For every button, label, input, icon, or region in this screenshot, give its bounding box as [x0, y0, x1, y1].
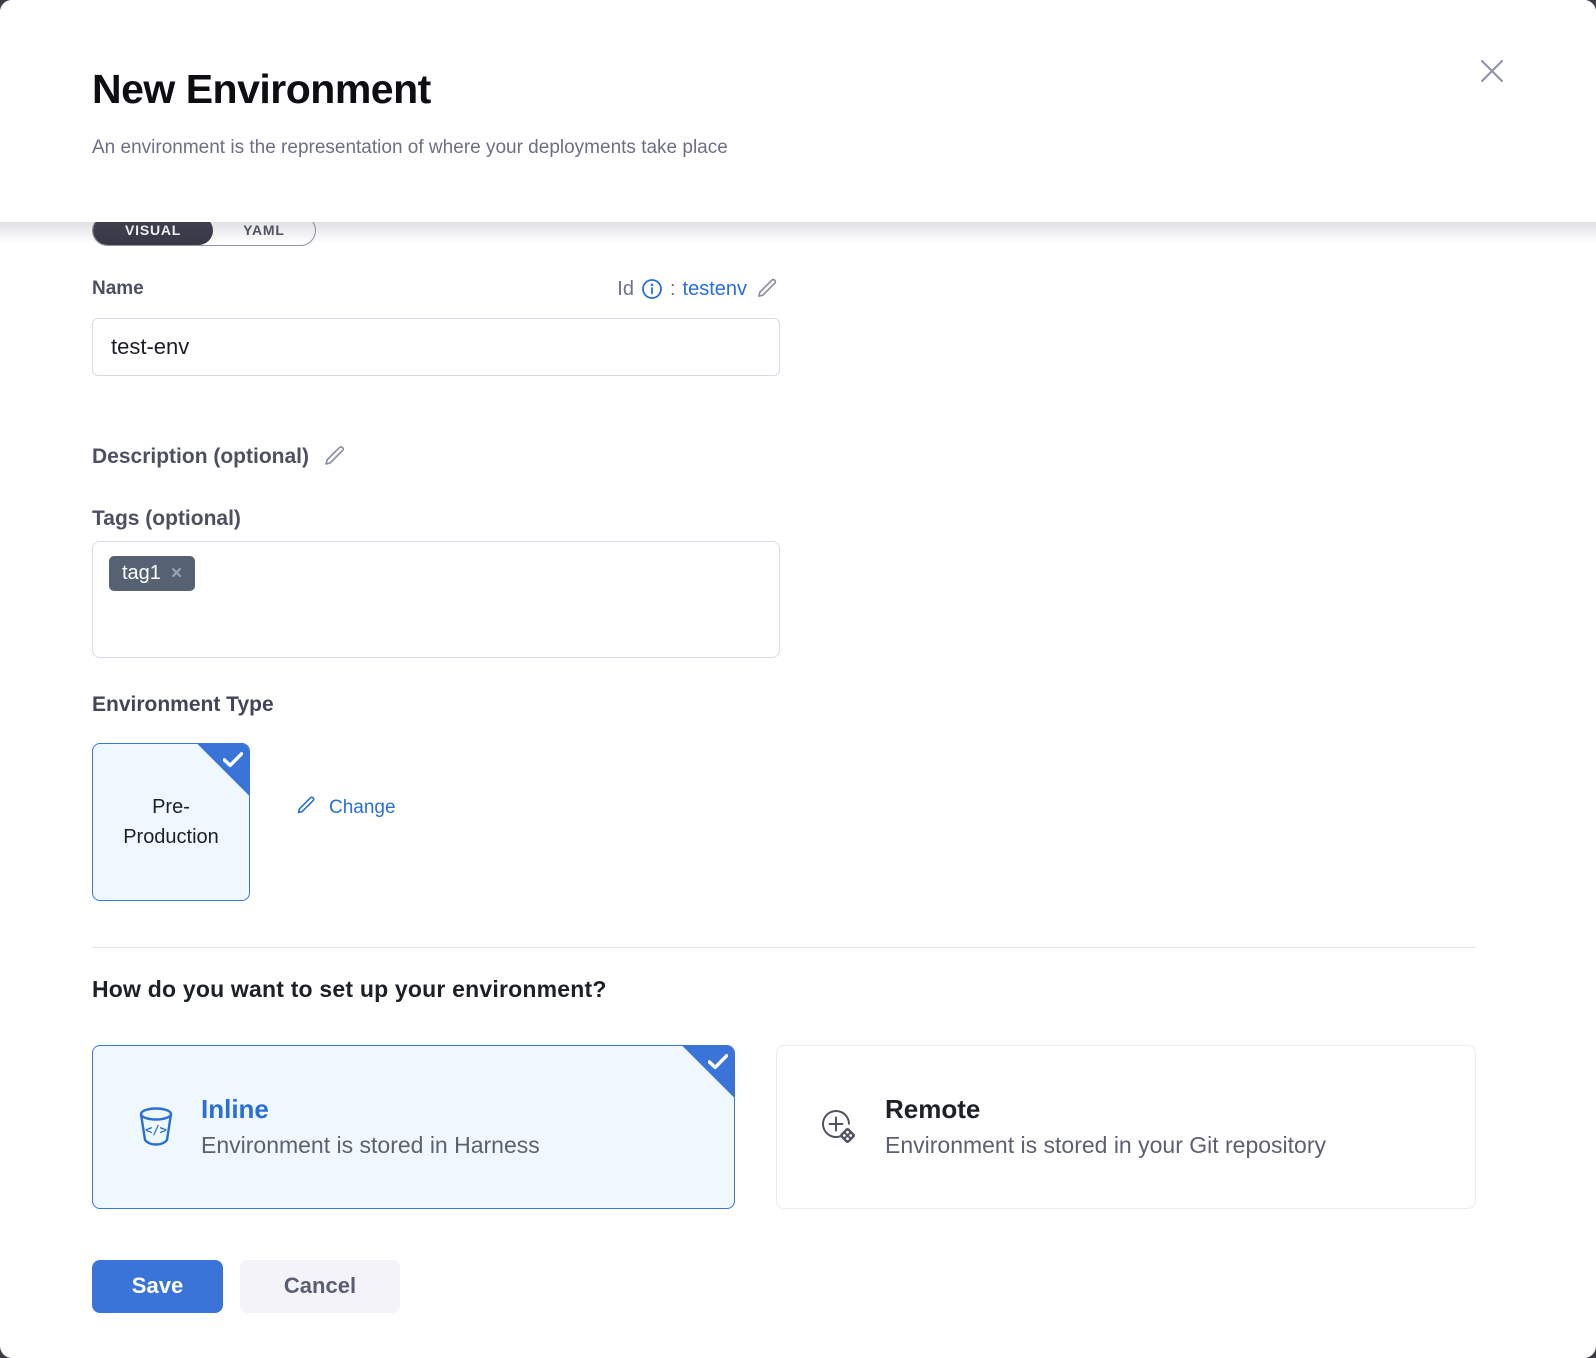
modal-content: VISUAL YAML Name Id : testenv: [0, 222, 1596, 1358]
modal-header: New Environment An environment is the re…: [0, 0, 1596, 222]
setup-options-row: </> Inline Environment is stored in Harn…: [92, 1045, 1476, 1209]
environment-type-label: Environment Type: [92, 693, 1476, 717]
setup-heading: How do you want to set up your environme…: [92, 976, 1476, 1003]
id-row: Id : testenv: [617, 275, 780, 304]
selected-check-icon: [196, 743, 250, 797]
modal-subtitle: An environment is the representation of …: [92, 137, 1504, 159]
name-row: Name Id : testenv: [92, 275, 780, 304]
pencil-icon: [294, 793, 318, 823]
id-value-link[interactable]: testenv: [683, 278, 747, 301]
tag-remove-button[interactable]: ×: [171, 564, 182, 583]
id-label: Id: [617, 278, 634, 301]
action-buttons: Save Cancel: [92, 1260, 1476, 1313]
edit-description-button[interactable]: [321, 442, 348, 472]
setup-option-description: Environment is stored in Harness: [201, 1132, 540, 1159]
inline-store-icon: </>: [135, 1105, 177, 1149]
setup-option-description: Environment is stored in your Git reposi…: [885, 1132, 1326, 1159]
environment-type-row: Pre-Production Change: [92, 743, 1476, 901]
description-label: Description (optional): [92, 445, 309, 469]
change-link-label: Change: [329, 797, 396, 819]
name-label: Name: [92, 278, 144, 300]
environment-type-card-label: Pre-Production: [115, 792, 227, 852]
tags-input[interactable]: tag1 ×: [92, 541, 780, 658]
cancel-button[interactable]: Cancel: [240, 1260, 400, 1313]
tag-chip-label: tag1: [122, 562, 161, 585]
setup-option-text: Remote Environment is stored in your Git…: [885, 1094, 1326, 1159]
remote-git-icon: [817, 1105, 861, 1149]
setup-option-text: Inline Environment is stored in Harness: [201, 1094, 540, 1159]
selected-check-icon: [681, 1045, 735, 1099]
setup-option-title: Inline: [201, 1094, 540, 1125]
pencil-icon: [321, 442, 348, 472]
section-divider: [92, 947, 1476, 948]
svg-text:</>: </>: [145, 1123, 167, 1137]
save-button[interactable]: Save: [92, 1260, 223, 1313]
page-title: New Environment: [92, 66, 1504, 113]
new-environment-modal: New Environment An environment is the re…: [0, 0, 1596, 1358]
info-icon[interactable]: [641, 278, 663, 300]
description-row: Description (optional): [92, 442, 1476, 472]
close-button[interactable]: [1474, 54, 1510, 90]
setup-option-title: Remote: [885, 1094, 1326, 1125]
setup-option-remote[interactable]: Remote Environment is stored in your Git…: [776, 1045, 1476, 1209]
id-colon: :: [670, 278, 676, 301]
setup-option-inline[interactable]: </> Inline Environment is stored in Harn…: [92, 1045, 735, 1209]
change-environment-type-button[interactable]: Change: [294, 793, 396, 823]
edit-id-button[interactable]: [754, 275, 780, 304]
tag-chip: tag1 ×: [109, 556, 195, 591]
environment-type-card-preproduction[interactable]: Pre-Production: [92, 743, 250, 901]
pencil-icon: [754, 275, 780, 304]
tags-label: Tags (optional): [92, 507, 1476, 531]
name-input[interactable]: [92, 318, 780, 376]
close-icon: [1475, 76, 1509, 91]
